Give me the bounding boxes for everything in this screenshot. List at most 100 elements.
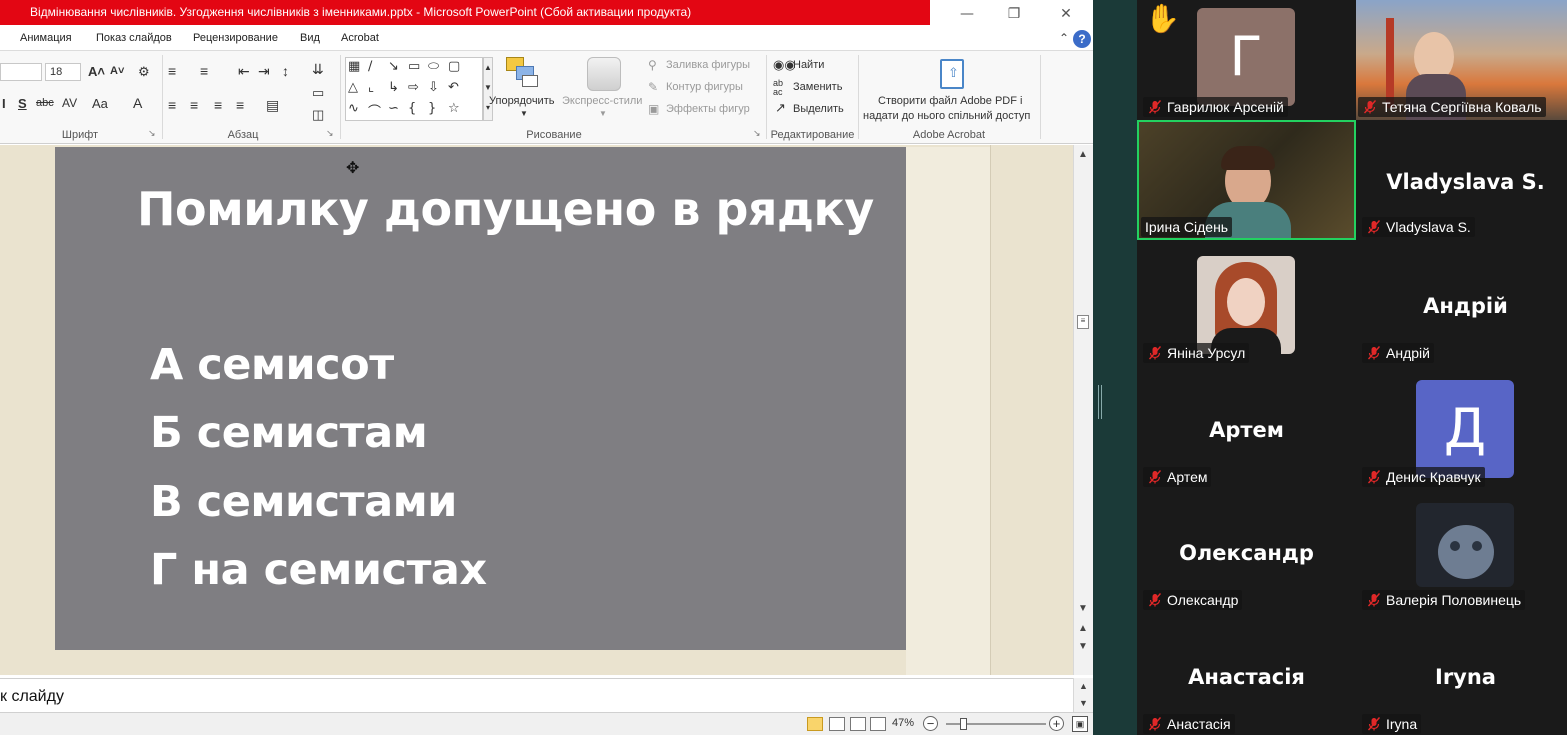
participant-tile[interactable]: Валерія Половинець (1356, 493, 1567, 613)
divider-grip[interactable] (1098, 385, 1102, 419)
pane-divider[interactable] (1093, 0, 1137, 735)
align-left-icon[interactable]: ≡ (168, 97, 176, 113)
arrange-button[interactable]: Упорядочить (489, 95, 554, 107)
tab-acrobat[interactable]: Acrobat (341, 32, 379, 44)
slide-option-b[interactable]: Б семистам (150, 408, 428, 458)
close-icon[interactable]: ✕ (1054, 4, 1078, 24)
justify-icon[interactable]: ≡ (236, 97, 244, 113)
notes-pane[interactable]: к слайду (0, 678, 1073, 712)
participant-tile[interactable]: Г ✋ Гаврилюк Арсеній (1137, 0, 1356, 120)
line-spacing-icon[interactable]: ↕ (282, 63, 289, 79)
increase-indent-icon[interactable]: ⇥ (258, 63, 270, 80)
arrange-icon[interactable] (506, 57, 540, 91)
paragraph-dialog-launcher-icon[interactable]: ↘ (326, 128, 334, 139)
notes-scroll-up-icon[interactable]: ▲ (1079, 681, 1088, 691)
align-right-icon[interactable]: ≡ (214, 97, 222, 113)
clear-format-icon[interactable]: ⚙ (138, 64, 150, 80)
change-case-icon[interactable]: Aa (92, 96, 108, 111)
tab-review[interactable]: Рецензирование (193, 32, 278, 44)
replace-button[interactable]: Заменить (793, 81, 842, 93)
select-cursor-icon: ↗ (775, 100, 786, 115)
participant-tile[interactable]: Iryna Iryna (1356, 617, 1567, 735)
text-direction-icon[interactable]: ⇊ (312, 61, 324, 78)
align-center-icon[interactable]: ≡ (190, 97, 198, 113)
scroll-down-icon[interactable]: ▼ (1078, 603, 1088, 614)
participant-tile[interactable]: Яніна Урсул (1137, 246, 1356, 366)
tab-animation[interactable]: Анимация (20, 32, 72, 44)
shape-outline-button[interactable]: Контур фигуры (666, 81, 743, 93)
collapse-ribbon-icon[interactable]: ⌃ (1059, 31, 1069, 45)
notes-placeholder[interactable]: к слайду (0, 688, 64, 706)
slide-sorter-icon[interactable] (829, 717, 845, 731)
next-slide-icon[interactable]: ▼ (1078, 641, 1088, 652)
shadow-icon[interactable]: S (18, 96, 27, 111)
shape-fill-button[interactable]: Заливка фигуры (666, 59, 750, 71)
select-button[interactable]: Выделить (793, 103, 844, 115)
numbering-icon[interactable]: ≡ (200, 63, 208, 79)
zoom-slider-thumb[interactable] (960, 718, 967, 730)
participant-tile-active-speaker[interactable]: Ірина Сідень (1137, 120, 1356, 240)
participant-tile[interactable]: Андрій Андрій (1356, 246, 1567, 366)
columns-icon[interactable]: ▤ (266, 97, 279, 114)
find-button[interactable]: Найти (793, 59, 824, 71)
smartart-icon[interactable]: ◫ (312, 107, 324, 123)
create-pdf-icon[interactable]: ⇧ (940, 59, 964, 89)
drawing-dialog-launcher-icon[interactable]: ↘ (753, 128, 761, 139)
normal-view-icon[interactable] (807, 717, 823, 731)
grow-font-icon[interactable]: A˄ (88, 64, 105, 79)
scroll-up-icon[interactable]: ▲ (1078, 149, 1088, 160)
restore-icon[interactable]: ❐ (1002, 4, 1026, 24)
quick-styles-button[interactable]: Экспресс-стили (562, 95, 642, 107)
arrange-dropdown-icon[interactable]: ▼ (520, 109, 528, 118)
participant-tile[interactable]: Олександр Олександр (1137, 493, 1356, 613)
font-name-box[interactable] (0, 63, 42, 81)
acrobat-line2[interactable]: надати до нього спільний доступ (863, 110, 1030, 122)
strikethrough-icon[interactable]: abc (36, 97, 54, 109)
font-color-icon[interactable]: A (133, 95, 142, 111)
participant-tile[interactable]: Д Денис Кравчук (1356, 370, 1567, 490)
slide-edit-area[interactable]: Помилку допущено в рядку А семисот Б сем… (0, 145, 1073, 675)
reading-view-icon[interactable] (850, 717, 866, 731)
scroll-thumb[interactable]: ≡ (1077, 315, 1089, 329)
minimize-icon[interactable]: — (955, 4, 979, 24)
tab-slideshow[interactable]: Показ слайдов (96, 32, 172, 44)
quick-styles-dropdown-icon[interactable]: ▼ (599, 109, 607, 118)
shapes-gallery[interactable]: ▦ ∕ ↘ ▭ ⬭ ▢ △ ⌞ ↳ ⇨ ⇩ ↶ ∿ ⌒ ∽ { } ☆ (345, 57, 483, 121)
decrease-indent-icon[interactable]: ⇤ (238, 63, 250, 80)
slide-heading[interactable]: Помилку допущено в рядку (137, 182, 874, 236)
font-group-label: Шрифт (61, 129, 99, 141)
align-text-icon[interactable]: ▭ (312, 85, 324, 101)
previous-slide-icon[interactable]: ▲ (1078, 623, 1088, 634)
shape-effects-button[interactable]: Эффекты фигур (666, 103, 750, 115)
italic-icon[interactable]: I (2, 96, 6, 111)
slide-option-d[interactable]: Г на семистах (150, 545, 487, 595)
zoom-out-icon[interactable]: − (923, 716, 938, 731)
vertical-scrollbar[interactable]: ▲ ≡ ▼ ▲ ▼ (1073, 145, 1093, 675)
acrobat-line1[interactable]: Створити файл Adobe PDF і (878, 95, 1022, 107)
zoom-in-icon[interactable]: + (1049, 716, 1064, 731)
zoom-level[interactable]: 47% (892, 717, 914, 729)
participant-tile[interactable]: Анастасія Анастасія (1137, 617, 1356, 735)
shrink-font-icon[interactable]: A˅ (110, 65, 124, 77)
participant-tile[interactable]: Тетяна Сергіївна Коваль (1356, 0, 1567, 120)
slideshow-view-icon[interactable] (870, 717, 886, 731)
bullets-icon[interactable]: ≡ (168, 63, 176, 79)
participant-name: Валерія Половинець (1386, 592, 1522, 608)
help-icon[interactable]: ? (1073, 30, 1091, 48)
participant-tile[interactable]: Артем Артем (1137, 370, 1356, 490)
quick-styles-icon[interactable] (587, 57, 621, 91)
notes-scrollbar[interactable]: ▲ ▼ (1073, 678, 1093, 712)
avatar-photo (1416, 503, 1514, 587)
notes-scroll-down-icon[interactable]: ▼ (1079, 698, 1088, 708)
font-size-box[interactable]: 18 (45, 63, 81, 81)
slide-option-a[interactable]: А семисот (150, 340, 394, 390)
slide-option-c[interactable]: В семистами (150, 477, 457, 527)
fit-slide-icon[interactable]: ▣ (1072, 716, 1088, 732)
title-bar[interactable]: Відмінювання числівників. Узгодження чис… (0, 0, 1093, 28)
participant-tile[interactable]: Vladyslava S. Vladyslava S. (1356, 120, 1567, 240)
shapes-gallery-scroll[interactable]: ▲ ▼ ▾ (483, 57, 493, 121)
slide-canvas[interactable]: Помилку допущено в рядку А семисот Б сем… (55, 147, 906, 650)
font-dialog-launcher-icon[interactable]: ↘ (148, 128, 156, 139)
tab-view[interactable]: Вид (300, 32, 320, 44)
char-spacing-icon[interactable]: AV (62, 96, 77, 110)
